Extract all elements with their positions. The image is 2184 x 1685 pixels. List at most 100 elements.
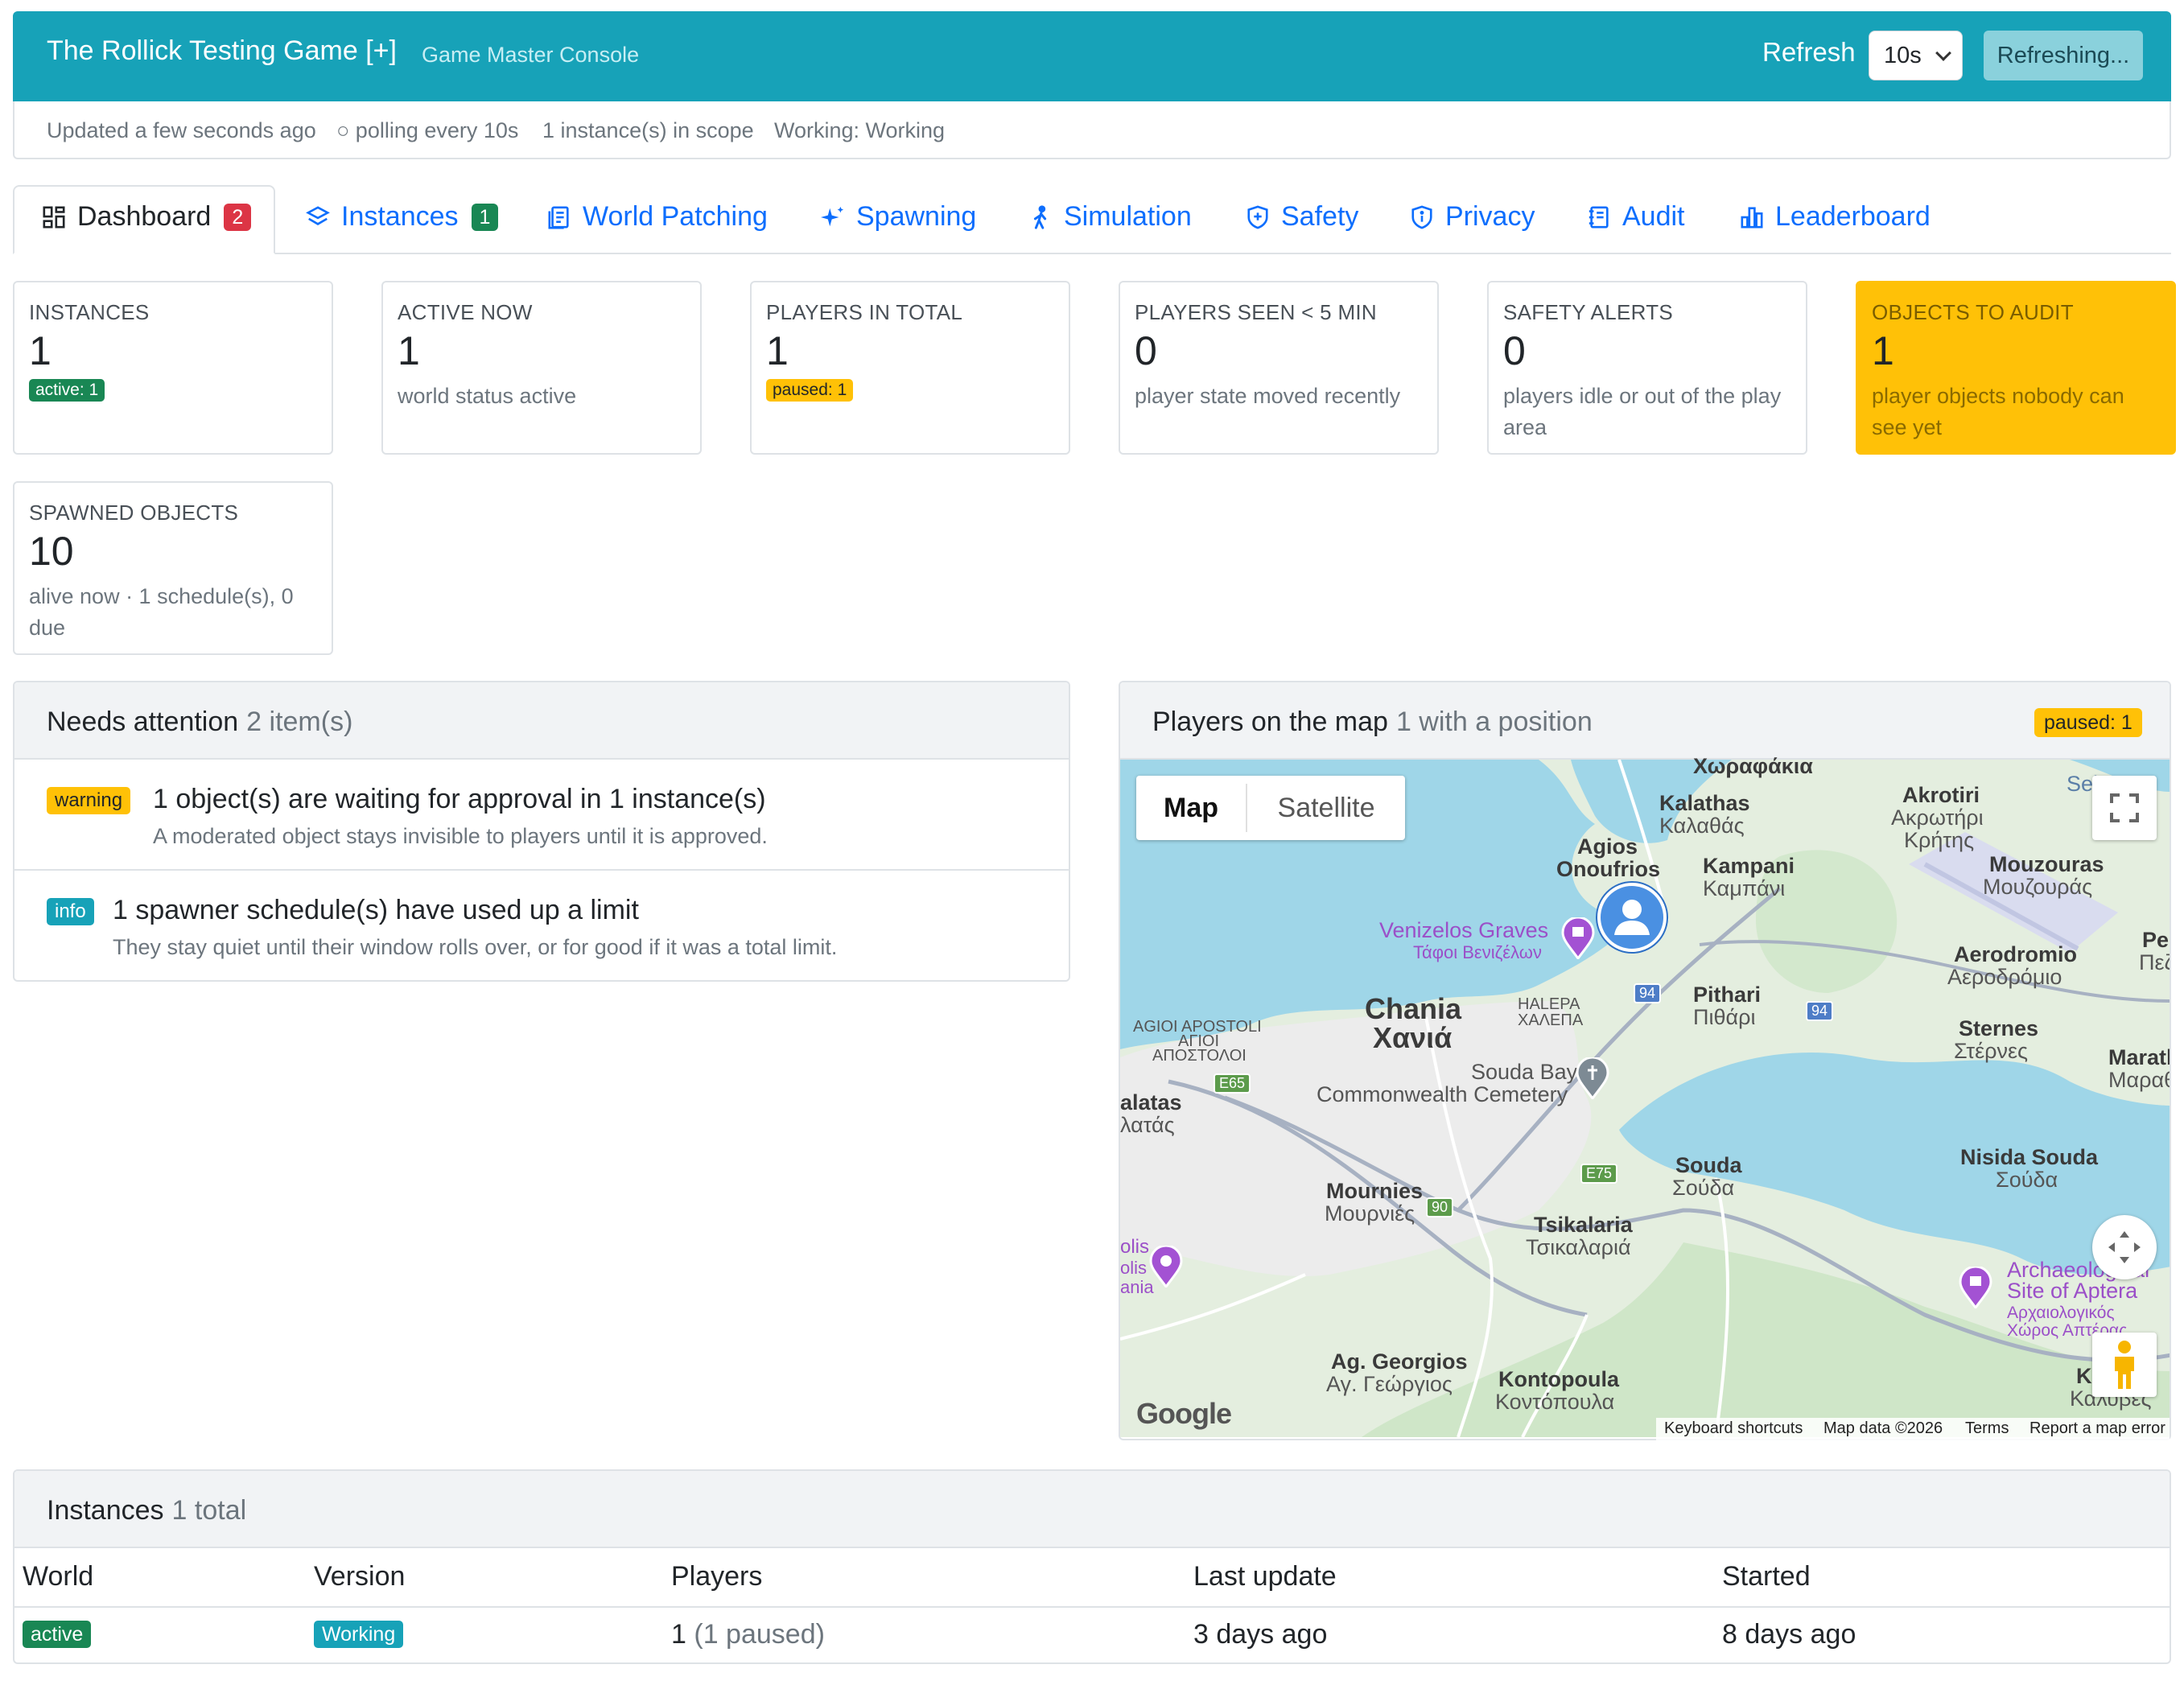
stat-card-safety-alerts: SAFETY ALERTS 0 players idle or out of t… <box>1487 281 1807 455</box>
pegman-icon <box>2115 1341 2134 1389</box>
journal-icon <box>1589 206 1609 228</box>
stat-card-active-now: ACTIVE NOW 1 world status active <box>381 281 702 455</box>
players-count: 1 <box>671 1619 686 1650</box>
keyboard-shortcuts-link[interactable]: Keyboard shortcuts <box>1664 1419 1803 1438</box>
panel-count: 1 total <box>171 1495 247 1526</box>
stat-card-objects-to-audit[interactable]: OBJECTS TO AUDIT 1 player objects nobody… <box>1856 281 2176 455</box>
map-label: Commonwealth Cemetery <box>1317 1082 1568 1106</box>
panel-count: 1 with a position <box>1395 707 1593 737</box>
stat-value: 0 <box>1503 328 1526 373</box>
map-label: Ag. Georgios <box>1331 1349 1468 1374</box>
map-type-control: Map Satellite <box>1136 776 1405 840</box>
tab-audit[interactable]: Audit <box>1587 201 1685 233</box>
map-label: λατάς <box>1120 1113 1175 1137</box>
status-updated: Updated a few seconds ago <box>47 118 316 142</box>
tab-world-patching-label: World Patching <box>583 201 768 232</box>
landmark-marker-icon[interactable] <box>1959 1267 1992 1308</box>
tab-dashboard-badge: 2 <box>224 203 252 231</box>
stat-label: INSTANCES <box>29 300 150 324</box>
map-label: Αεροδρόμιο <box>1947 965 2062 989</box>
map-label: Κοντόπουλα <box>1495 1390 1615 1414</box>
map-label: Chania <box>1365 992 1462 1025</box>
tab-world-patching[interactable]: World Patching <box>547 201 768 233</box>
map-label: Tsikalaria <box>1534 1213 1633 1237</box>
player-marker-icon[interactable] <box>1595 880 1669 954</box>
report-map-error-link[interactable]: Report a map error <box>2029 1419 2165 1438</box>
stat-value: 1 <box>398 328 420 373</box>
stat-card-players-total: PLAYERS IN TOTAL 1 paused: 1 <box>750 281 1070 455</box>
map-type-map-button[interactable]: Map <box>1136 776 1246 840</box>
stat-value: 0 <box>1135 328 1157 373</box>
map-label: Kalathas <box>1659 791 1750 815</box>
tab-safety[interactable]: Safety <box>1246 201 1358 233</box>
info-badge: info <box>47 898 94 925</box>
status-working: Working: Working <box>774 118 946 142</box>
tab-spawning-label: Spawning <box>856 201 977 232</box>
panel-header <box>14 1471 2170 1548</box>
app-title[interactable]: The Rollick Testing Game [+] <box>47 35 397 67</box>
camera-control-button[interactable] <box>2092 1215 2157 1279</box>
fullscreen-button[interactable] <box>2092 776 2157 840</box>
app-subtitle: Game Master Console <box>422 43 640 67</box>
landmark-marker-icon[interactable] <box>1561 917 1595 959</box>
map-label: Nisida Souda <box>1960 1145 2099 1169</box>
map-label: Αγ. Γεώργιος <box>1326 1372 1453 1396</box>
map-view[interactable]: Χωραφάκια Kalathas Καλαθάς Akrotiri Ακρω… <box>1120 755 2171 1437</box>
panel-title-text: Needs attention <box>47 707 239 737</box>
map-label: Τσικαλαριά <box>1526 1235 1631 1259</box>
map-label: Στέρνες <box>1954 1039 2029 1063</box>
map-label: Akrotiri <box>1902 783 1980 807</box>
tab-privacy[interactable]: Privacy <box>1410 201 1535 233</box>
landmark-marker-icon[interactable] <box>1149 1246 1183 1287</box>
attention-item[interactable]: warning 1 object(s) are waiting for appr… <box>14 760 1069 871</box>
tab-spawning[interactable]: Spawning <box>821 201 976 233</box>
panel-title: Instances 1 total <box>47 1495 246 1526</box>
tab-instances[interactable]: Instances 1 <box>306 201 499 233</box>
map-label: Μαραθ <box>2108 1068 2171 1092</box>
terms-link[interactable]: Terms <box>1965 1419 2009 1438</box>
attention-item[interactable]: info 1 spawner schedule(s) have used up … <box>14 871 1069 980</box>
map-label: Χωραφάκια <box>1693 754 1813 778</box>
stat-description: alive now · 1 schedule(s), 0 due <box>29 584 294 640</box>
map-label: Κρήτης <box>1904 828 1975 852</box>
tab-leaderboard[interactable]: Leaderboard <box>1740 201 1931 233</box>
refresh-label: Refresh <box>1762 37 1856 67</box>
column-header-started: Started <box>1722 1561 1811 1592</box>
map-label: Mouzouras <box>1989 852 2104 876</box>
document-icon <box>548 206 569 229</box>
tab-instances-label: Instances <box>341 201 459 232</box>
map-label: Καμπάνι <box>1703 876 1786 900</box>
refresh-interval-value: 10s <box>1884 43 1922 68</box>
warning-badge: warning <box>47 787 131 814</box>
map-label: Agios <box>1577 834 1638 859</box>
tab-instances-badge: 1 <box>471 203 499 231</box>
road-shield: 94 <box>1806 1001 1834 1021</box>
tabs-divider <box>13 253 2171 254</box>
tab-safety-label: Safety <box>1281 201 1359 232</box>
map-label: Πιθάρι <box>1693 1005 1756 1029</box>
map-label: Onoufrios <box>1556 857 1660 881</box>
panel-title-text: Instances <box>47 1495 164 1526</box>
tab-simulation[interactable]: Simulation <box>1028 201 1192 233</box>
needs-attention-panel: Needs attention 2 item(s) warning 1 objec… <box>13 681 1070 982</box>
tab-dashboard[interactable]: Dashboard 2 <box>42 201 252 233</box>
world-status-badge[interactable]: active <box>23 1621 92 1648</box>
column-header-version: Version <box>314 1561 406 1592</box>
players-map-panel: Players on the map 1 with a position paus… <box>1119 681 2171 1440</box>
panel-title-text: Players on the map <box>1152 707 1388 737</box>
cemetery-marker-icon[interactable] <box>1576 1057 1609 1099</box>
chevron-down-icon <box>1935 45 1951 61</box>
tab-leaderboard-label: Leaderboard <box>1775 201 1931 232</box>
refreshing-button[interactable]: Refreshing... <box>1984 31 2143 80</box>
map-type-satellite-button[interactable]: Satellite <box>1247 776 1405 840</box>
street-view-button[interactable] <box>2092 1333 2157 1397</box>
sparkles-icon <box>821 206 844 226</box>
table-cell-started: 8 days ago <box>1722 1619 1856 1650</box>
refresh-interval-select[interactable]: 10s <box>1869 31 1963 80</box>
table-cell-players: 1 (1 paused) <box>671 1619 825 1650</box>
dashboard-icon <box>43 206 65 228</box>
stat-description: player state moved recently <box>1135 384 1401 408</box>
map-label: Venizelos Graves <box>1379 918 1549 942</box>
person-walking-icon <box>1033 204 1047 229</box>
version-badge: Working <box>314 1621 404 1648</box>
